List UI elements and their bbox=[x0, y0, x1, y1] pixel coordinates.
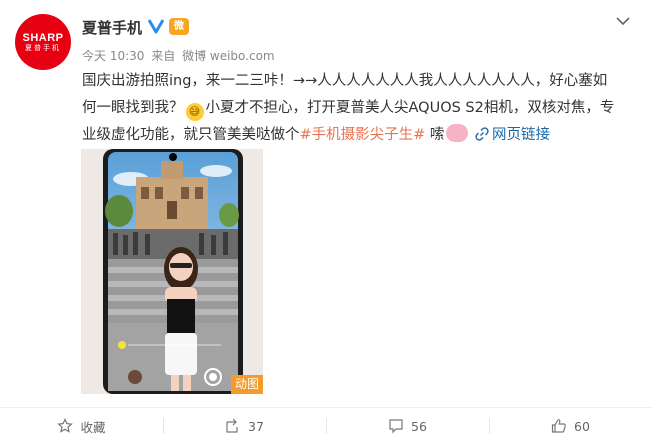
like-count: 60 bbox=[574, 418, 590, 434]
post-from-label: 来自 bbox=[151, 49, 176, 63]
post-text: 国庆出游拍照ing，来一二三咔！→→人人人人人人人我人人人人人人人，好心塞如 何… bbox=[82, 68, 642, 149]
favorite-button[interactable]: 收藏 bbox=[0, 408, 163, 444]
web-link[interactable]: 网页链接 bbox=[475, 127, 550, 143]
comment-count: 56 bbox=[411, 418, 427, 434]
comment-icon bbox=[389, 419, 403, 434]
comment-button[interactable]: 56 bbox=[326, 408, 489, 444]
post-text-line2b: 小夏才不担心，打开夏普美人尖AQUOS S2相机，双核对焦，专 bbox=[205, 100, 615, 116]
post-gif-image[interactable]: 动图 bbox=[81, 149, 263, 394]
avatar[interactable]: SHARP 夏普手机 bbox=[15, 14, 71, 70]
star-icon bbox=[57, 418, 74, 433]
gif-badge: 动图 bbox=[230, 375, 263, 394]
post-text-line3a: 业级虚化功能，就只管美美哒做个 bbox=[82, 127, 300, 143]
chevron-down-icon[interactable] bbox=[614, 12, 632, 30]
post-text-line2a: 何一眼找到我？ bbox=[82, 100, 184, 116]
favorite-label: 收藏 bbox=[80, 419, 106, 435]
post-source[interactable]: 微博 weibo.com bbox=[182, 49, 275, 63]
repost-button[interactable]: 37 bbox=[163, 408, 326, 444]
post-meta: 今天 10:30 来自 微博 weibo.com bbox=[82, 47, 278, 64]
avatar-subtitle: 夏普手机 bbox=[25, 43, 61, 52]
like-button[interactable]: 60 bbox=[489, 408, 652, 444]
laugh-emoji-icon: 😅 bbox=[185, 103, 204, 121]
verified-icon bbox=[148, 19, 164, 34]
thumbs-up-icon bbox=[551, 419, 566, 433]
repost-icon bbox=[226, 418, 238, 433]
vip-badge-icon[interactable]: 微 bbox=[169, 18, 189, 35]
post-time[interactable]: 今天 10:30 bbox=[82, 49, 144, 63]
pig-emoji-icon bbox=[446, 124, 469, 142]
avatar-brand: SHARP bbox=[22, 31, 64, 44]
post-text-line3b: 嗦 bbox=[425, 127, 445, 143]
weibo-post-card: SHARP 夏普手机 夏普手机 微 今天 10:30 来自 微博 weibo.c… bbox=[0, 0, 652, 444]
link-icon bbox=[475, 127, 489, 141]
hashtag-link[interactable]: #手机摄影尖子生# bbox=[300, 127, 426, 143]
post-text-line1: 国庆出游拍照ing，来一二三咔！→→人人人人人人人我人人人人人人人，好心塞如 bbox=[82, 73, 608, 89]
web-link-label: 网页链接 bbox=[492, 127, 551, 143]
author-name[interactable]: 夏普手机 bbox=[82, 17, 142, 38]
action-bar: 收藏 37 56 60 bbox=[0, 408, 652, 444]
gif-preview-illustration bbox=[81, 149, 263, 394]
repost-count: 37 bbox=[248, 418, 264, 434]
